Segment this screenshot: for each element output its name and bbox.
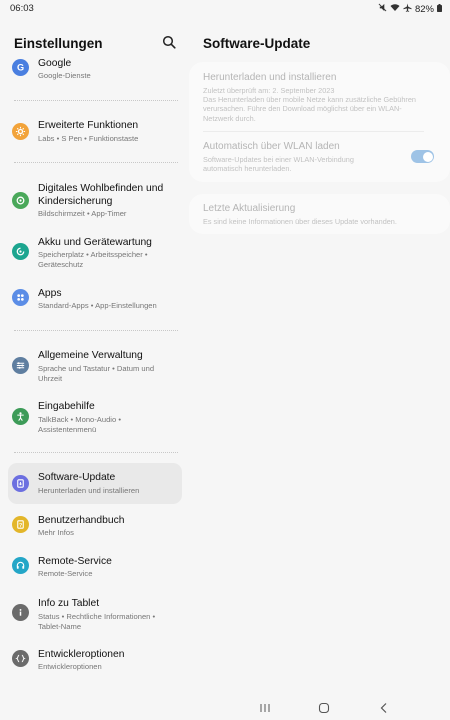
- page-title: Software-Update: [203, 36, 311, 51]
- sidebar-item-battery-device-care[interactable]: Akku und Gerätewartung Speicherplatz • A…: [8, 234, 182, 274]
- last-update-description: Es sind keine Informationen über dieses …: [203, 217, 397, 226]
- auto-wifi-title: Automatisch über WLAN laden: [203, 141, 340, 152]
- accessibility-icon: [12, 408, 29, 425]
- sidebar-item-tablet-info[interactable]: Info zu Tablet Status • Rechtliche Infor…: [8, 596, 182, 636]
- update-settings-card: Herunterladen und installieren Zuletzt ü…: [189, 62, 450, 182]
- search-button[interactable]: [162, 35, 178, 51]
- info-icon: [12, 604, 29, 621]
- status-icons: 82%: [378, 3, 442, 15]
- sidebar-item-accessibility[interactable]: Eingabehilfe TalkBack • Mono-Audio • Ass…: [8, 399, 182, 439]
- general-management-icon: [12, 357, 29, 374]
- wellbeing-icon: [12, 192, 29, 209]
- sidebar-item-label: Allgemeine Verwaltung: [38, 350, 143, 361]
- sidebar-item-subtitle: Status • Rechtliche Informationen • Tabl…: [38, 612, 156, 631]
- divider: [14, 100, 178, 101]
- mobile-data-warning: Das Herunterladen über mobile Netze kann…: [203, 95, 416, 123]
- sidebar-item-label: Akku und Gerätewartung: [38, 237, 152, 248]
- status-time: 06:03: [10, 3, 34, 14]
- divider: [14, 452, 178, 453]
- recent-apps-icon: [260, 704, 270, 712]
- sidebar-item-remote-service[interactable]: Remote-Service Remote-Service: [8, 554, 182, 582]
- sidebar-item-label: Google: [38, 58, 72, 69]
- navigation-bar: [0, 696, 450, 720]
- sidebar-item-label: Apps: [38, 288, 62, 299]
- sidebar-item-subtitle: Labs • S Pen • Funktionstaste: [38, 134, 139, 143]
- advanced-features-icon: [12, 123, 29, 140]
- sidebar-item-apps[interactable]: Apps Standard-Apps • App-Einstellungen: [8, 286, 182, 314]
- download-install-title: Herunterladen und installieren: [203, 72, 337, 83]
- sidebar-item-label: Digitales Wohlbefinden und Kindersicheru…: [38, 183, 164, 207]
- battery-level: 82%: [414, 3, 434, 15]
- mute-icon: [378, 3, 387, 15]
- sidebar-item-subtitle: Herunterladen und installieren: [38, 486, 140, 495]
- sidebar-item-label: Erweiterte Funktionen: [38, 120, 139, 131]
- sidebar-item-label: Benutzerhandbuch: [38, 515, 125, 526]
- download-install-row[interactable]: Herunterladen und installieren Zuletzt ü…: [189, 62, 450, 128]
- sidebar-item-subtitle: Standard-Apps • App-Einstellungen: [38, 301, 157, 310]
- sidebar-item-label: Software-Update: [38, 472, 116, 483]
- sidebar-item-label: Remote-Service: [38, 556, 112, 567]
- developer-options-icon: [12, 650, 29, 667]
- user-manual-icon: ?: [12, 516, 29, 533]
- remote-service-icon: [12, 557, 29, 574]
- divider: [14, 330, 178, 331]
- sidebar-item-label: Eingabehilfe: [38, 401, 95, 412]
- sidebar-item-subtitle: Bildschirmzeit • App-Timer: [38, 209, 127, 218]
- auto-wifi-description: Software-Updates bei einer WLAN-Verbindu…: [203, 155, 354, 174]
- recent-apps-button[interactable]: [256, 700, 274, 716]
- status-bar: 06:03 82%: [0, 0, 450, 16]
- airplane-icon: [403, 3, 412, 15]
- sidebar-item-advanced-features[interactable]: Erweiterte Funktionen Labs • S Pen • Fun…: [8, 116, 182, 148]
- battery-icon: [437, 3, 442, 15]
- sidebar-item-subtitle: TalkBack • Mono-Audio • Assistentenmenü: [38, 415, 121, 434]
- sidebar-item-user-manual[interactable]: ? Benutzerhandbuch Mehr Infos: [8, 513, 182, 541]
- auto-wifi-toggle[interactable]: [411, 150, 434, 163]
- search-icon: [162, 35, 176, 49]
- google-icon: G: [12, 59, 29, 76]
- home-icon: [318, 702, 330, 714]
- apps-icon: [12, 289, 29, 306]
- sidebar-item-subtitle: Sprache und Tastatur • Datum und Uhrzeit: [38, 364, 155, 383]
- sidebar-item-subtitle: Entwickleroptionen: [38, 662, 102, 671]
- svg-text:G: G: [17, 63, 24, 73]
- settings-title: Einstellungen: [14, 36, 103, 51]
- sidebar-item-software-update[interactable]: Software-Update Herunterladen und instal…: [8, 463, 182, 504]
- back-icon: [380, 703, 387, 713]
- wifi-icon: [390, 3, 400, 15]
- sidebar-item-digital-wellbeing[interactable]: Digitales Wohlbefinden und Kindersicheru…: [8, 180, 182, 222]
- sidebar-item-developer-options[interactable]: Entwickleroptionen Entwickleroptionen: [8, 647, 182, 675]
- sidebar-item-subtitle: Mehr Infos: [38, 528, 74, 537]
- auto-wifi-download-row[interactable]: Automatisch über WLAN laden Software-Upd…: [189, 133, 450, 179]
- last-update-title: Letzte Aktualisierung: [203, 203, 296, 214]
- last-checked-text: Zuletzt überprüft am: 2. September 2023: [203, 86, 335, 95]
- last-update-card[interactable]: Letzte Aktualisierung Es sind keine Info…: [189, 194, 450, 234]
- sidebar-item-subtitle: Google-Dienste: [38, 71, 91, 80]
- sidebar-item-label: Info zu Tablet: [38, 598, 100, 609]
- sidebar-item-subtitle: Speicherplatz • Arbeitsspeicher • Geräte…: [38, 250, 148, 269]
- sidebar-item-general-management[interactable]: Allgemeine Verwaltung Sprache und Tastat…: [8, 348, 182, 388]
- sidebar-item-google[interactable]: G Google Google-Dienste: [8, 56, 182, 86]
- toggle-knob: [422, 151, 433, 162]
- home-button[interactable]: [315, 700, 333, 716]
- sidebar-item-label: Entwickleroptionen: [38, 649, 125, 660]
- back-button[interactable]: [375, 700, 393, 716]
- sidebar-item-subtitle: Remote-Service: [38, 569, 93, 578]
- divider: [14, 162, 178, 163]
- card-divider: [203, 131, 424, 132]
- device-care-icon: [12, 243, 29, 260]
- software-update-icon: [12, 475, 29, 492]
